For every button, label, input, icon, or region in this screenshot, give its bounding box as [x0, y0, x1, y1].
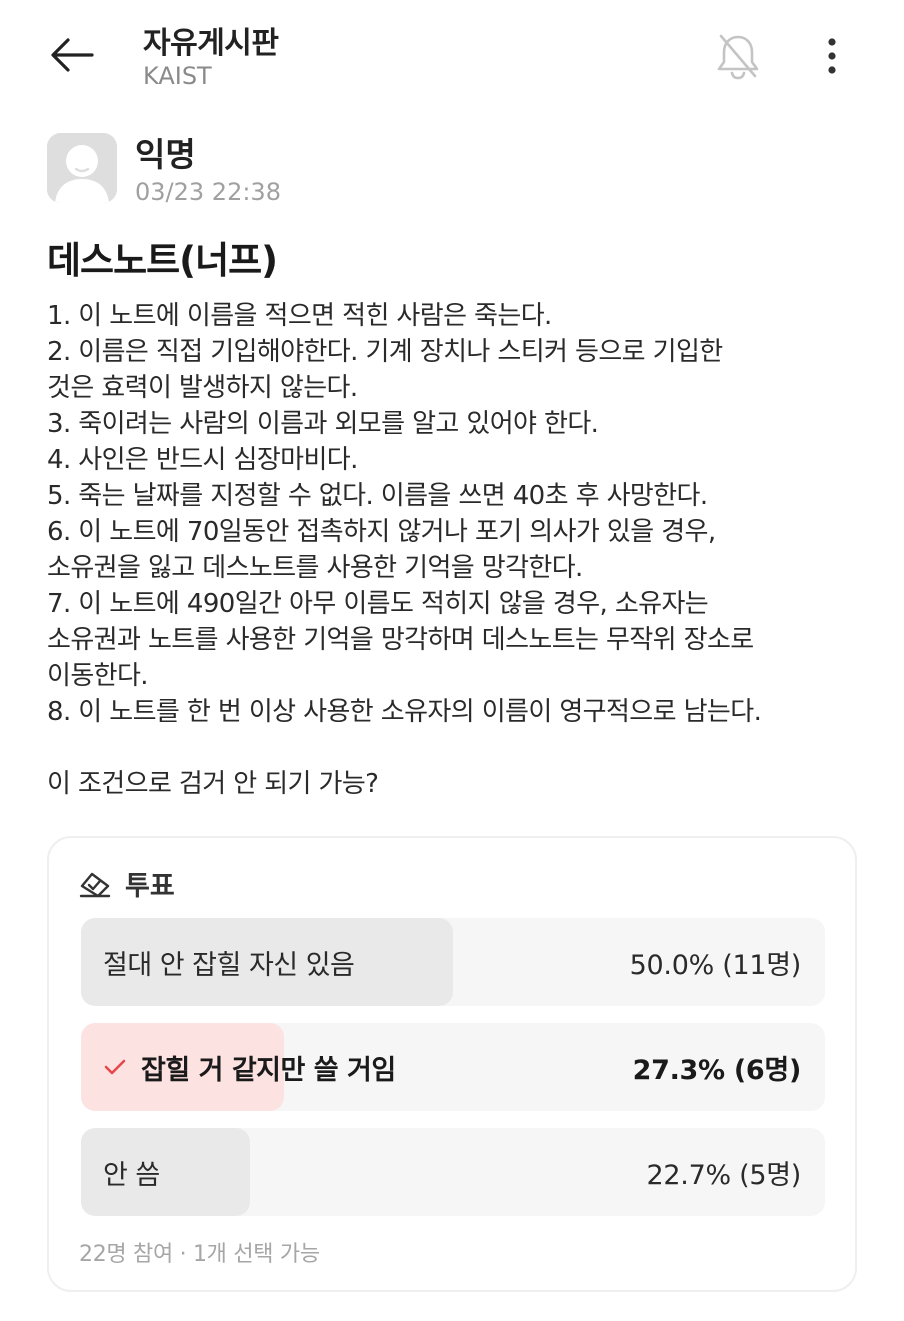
body-line: 8. 이 노트를 한 번 이상 사용한 소유자의 이름이 영구적으로 남는다. — [47, 697, 762, 727]
more-options-button[interactable] — [808, 28, 856, 84]
more-vertical-icon — [828, 38, 836, 74]
body-line: 소유권을 잃고 데스노트를 사용한 기억을 망각한다. — [47, 553, 583, 583]
poll-option-text: 절대 안 잡힐 자신 있음 — [103, 949, 355, 981]
body-line: 7. 이 노트에 490일간 아무 이름도 적히지 않을 경우, 소유자는 — [47, 589, 709, 619]
poll-option-result: 27.3% (6명) — [632, 1054, 802, 1086]
check-icon — [103, 1058, 127, 1076]
poll-card: 투표 절대 안 잡힐 자신 있음 50.0% (11명) 잡힐 거 같지만 쓸 … — [47, 836, 857, 1292]
body-line: 것은 효력이 발생하지 않는다. — [47, 373, 358, 403]
bell-off-icon — [717, 34, 759, 80]
post-question: 이 조건으로 검거 안 되기 가능? — [47, 769, 379, 799]
poll-footer: 22명 참여 · 1개 선택 가능 — [79, 1242, 320, 1267]
avatar[interactable] — [47, 133, 117, 203]
body-line: 4. 사인은 반드시 심장마비다. — [47, 445, 358, 475]
post-title: 데스노트(너프) — [47, 239, 278, 282]
app-header: 자유게시판 KAIST — [0, 0, 904, 110]
body-line: 1. 이 노트에 이름을 적으면 적힌 사람은 죽는다. — [47, 301, 552, 331]
arrow-left-icon — [51, 38, 94, 72]
body-line: 6. 이 노트에 70일동안 접촉하지 않거나 포기 의사가 있을 경우, — [47, 517, 716, 547]
body-line: 2. 이름은 직접 기입해야한다. 기계 장치나 스티커 등으로 기입한 — [47, 337, 723, 367]
poll-option-selected[interactable]: 잡힐 거 같지만 쓸 거임 27.3% (6명) — [81, 1023, 825, 1111]
body-line: 5. 죽는 날짜를 지정할 수 없다. 이름을 쓰면 40초 후 사망한다. — [47, 481, 708, 511]
poll-option-text: 잡힐 거 같지만 쓸 거임 — [141, 1054, 396, 1086]
board-subtitle: KAIST — [143, 62, 212, 90]
body-line: 이동한다. — [47, 661, 149, 691]
body-line: 3. 죽이려는 사람의 이름과 외모를 알고 있어야 한다. — [47, 409, 599, 439]
vote-box-icon — [79, 872, 111, 897]
body-line: 소유권과 노트를 사용한 기억을 망각하며 데스노트는 무작위 장소로 — [47, 625, 754, 655]
notification-toggle-button[interactable] — [710, 28, 766, 84]
post-timestamp: 03/23 22:38 — [135, 178, 281, 206]
poll-option-result: 50.0% (11명) — [629, 949, 802, 981]
poll-label: 투표 — [125, 871, 175, 902]
poll-option[interactable]: 절대 안 잡힐 자신 있음 50.0% (11명) — [81, 918, 825, 1006]
poll-option-text: 안 씀 — [103, 1159, 160, 1191]
back-button[interactable] — [44, 30, 100, 80]
anonymous-avatar-icon — [47, 133, 117, 203]
author-name: 익명 — [135, 135, 196, 174]
poll-header: 투표 — [79, 864, 175, 903]
board-title: 자유게시판 — [143, 26, 279, 61]
poll-option-result: 22.7% (5명) — [646, 1159, 802, 1191]
post-body: 1. 이 노트에 이름을 적으면 적힌 사람은 죽는다. 2. 이름은 직접 기… — [47, 298, 867, 802]
poll-option[interactable]: 안 씀 22.7% (5명) — [81, 1128, 825, 1216]
